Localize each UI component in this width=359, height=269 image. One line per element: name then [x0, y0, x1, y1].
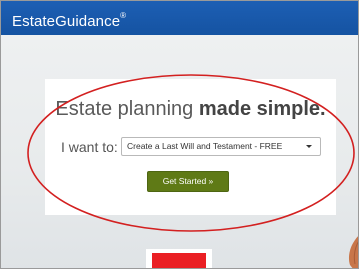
page: EstateGuidance® Estate planning made sim…	[0, 0, 359, 269]
annotation-ellipse	[27, 74, 355, 232]
